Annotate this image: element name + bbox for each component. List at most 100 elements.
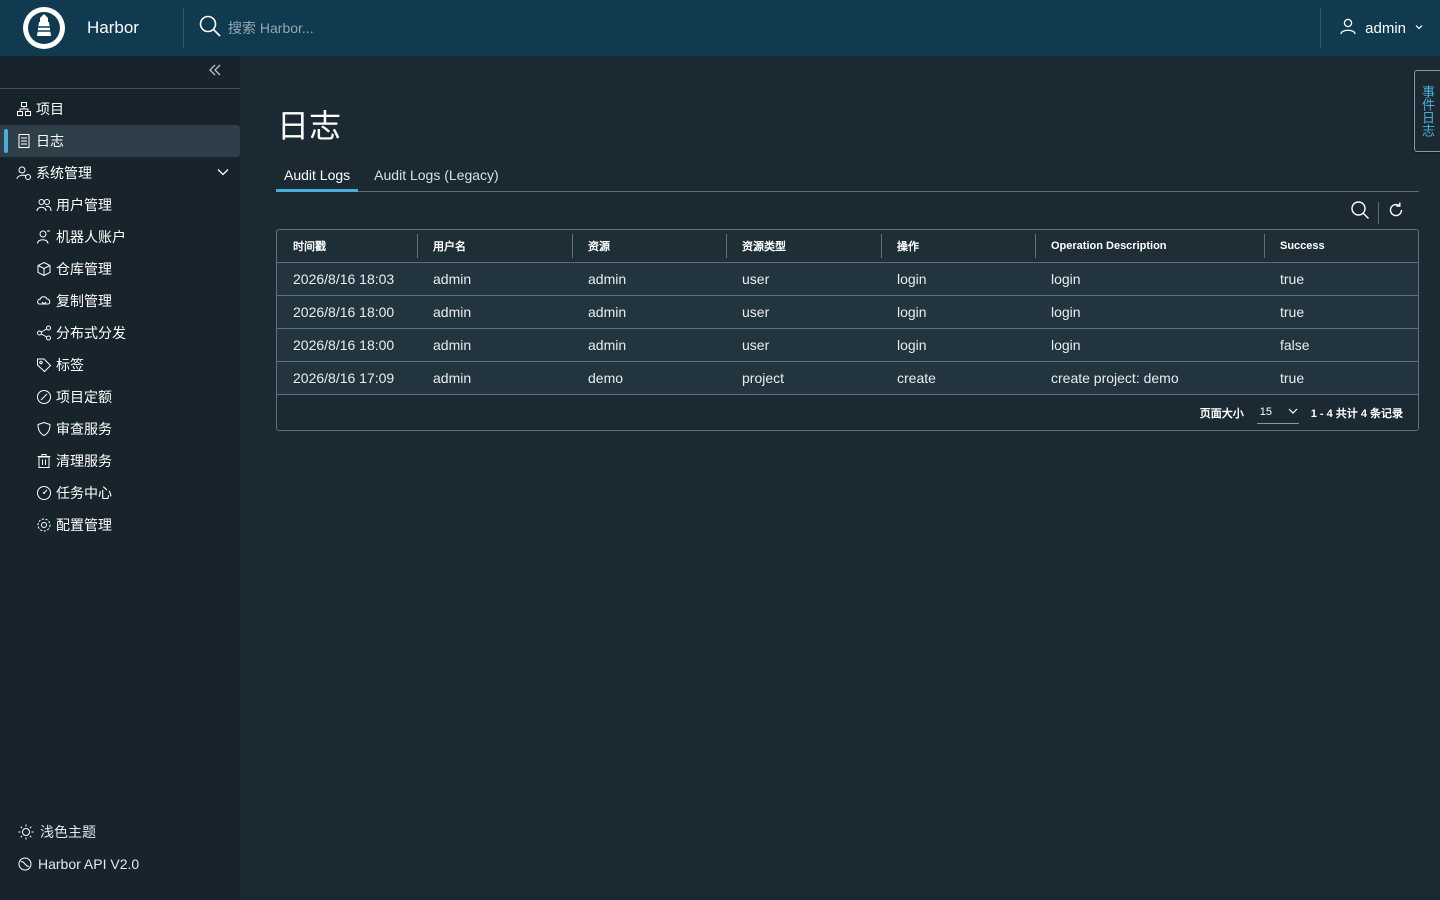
sidebar-footer: 浅色主题 Harbor API V2.0 (0, 816, 240, 880)
column-header-operation[interactable]: 操作 (881, 230, 1035, 263)
theme-toggle[interactable]: 浅色主题 (0, 816, 240, 848)
sidebar-item-system-admin[interactable]: 系统管理 (0, 157, 240, 189)
tab-audit-logs[interactable]: Audit Logs (276, 163, 359, 192)
share-icon (36, 325, 52, 341)
cell-username: admin (417, 262, 572, 296)
sun-icon (18, 824, 34, 840)
registry-icon (36, 261, 52, 277)
sidebar-item-scanners[interactable]: 审查服务 (0, 413, 240, 445)
search-icon[interactable] (198, 14, 222, 43)
cell-operation-description: login (1035, 295, 1264, 329)
theme-toggle-label: 浅色主题 (40, 824, 96, 840)
sidebar-nav: 项目 日志 系统管理 用户管理 机器人账户 仓库管理 复制管理 分布式分发 标签… (0, 89, 240, 541)
page-size-value: 15 (1259, 406, 1272, 418)
cell-success: true (1264, 262, 1418, 296)
user-name: admin (1365, 19, 1406, 37)
gear-icon (36, 517, 52, 533)
audit-log-table: 时间戳 用户名 资源 资源类型 操作 Operation Description… (277, 230, 1418, 395)
cell-timestamp: 2026/8/16 18:03 (277, 262, 417, 296)
grid-toolbar (1350, 200, 1405, 225)
log-icon (16, 133, 32, 149)
tab-audit-logs-legacy[interactable]: Audit Logs (Legacy) (366, 163, 507, 192)
cell-success: true (1264, 295, 1418, 329)
table-row: 2026/8/16 17:09 admin demo project creat… (277, 361, 1418, 395)
sidebar-item-registries[interactable]: 仓库管理 (0, 253, 240, 285)
global-search (198, 14, 598, 43)
sidebar-item-label: 清理服务 (56, 453, 112, 469)
quota-icon (36, 389, 52, 405)
admin-icon (16, 165, 32, 181)
cell-resource-type: project (726, 361, 881, 395)
cell-operation-description: create project: demo (1035, 361, 1264, 395)
collapse-sidebar-icon[interactable] (208, 63, 222, 82)
header-right: admin (1320, 0, 1440, 56)
sidebar-item-configuration[interactable]: 配置管理 (0, 509, 240, 541)
sidebar-item-label: 仓库管理 (56, 261, 112, 277)
sidebar-item-label: 系统管理 (36, 165, 92, 181)
grid-pagination: 页面大小 15 1 - 4 共计 4 条记录 (277, 395, 1418, 431)
column-header-operation-description[interactable]: Operation Description (1035, 230, 1264, 263)
sidebar-item-quotas[interactable]: 项目定额 (0, 381, 240, 413)
api-explorer-link[interactable]: Harbor API V2.0 (0, 848, 240, 880)
cell-operation: login (881, 328, 1035, 362)
user-icon (1339, 17, 1357, 40)
sidebar-item-job-center[interactable]: 任务中心 (0, 477, 240, 509)
page-title: 日志 (277, 108, 342, 144)
cell-operation: login (881, 295, 1035, 329)
column-header-success[interactable]: Success (1264, 230, 1418, 263)
sidebar-item-label: 任务中心 (56, 485, 112, 501)
cell-resource-type: user (726, 328, 881, 362)
main-content: 日志 Audit Logs Audit Logs (Legacy) 时间戳 用户… (240, 56, 1440, 900)
page-size-label: 页面大小 (1199, 407, 1244, 420)
replication-icon (36, 293, 52, 309)
column-header-resource[interactable]: 资源 (572, 230, 726, 263)
sidebar-item-cleanup[interactable]: 清理服务 (0, 445, 240, 477)
cell-operation-description: login (1035, 262, 1264, 296)
sidebar-item-users[interactable]: 用户管理 (0, 189, 240, 221)
column-header-resource-type[interactable]: 资源类型 (726, 230, 881, 263)
refresh-icon[interactable] (1387, 201, 1405, 224)
api-explorer-label: Harbor API V2.0 (38, 856, 140, 872)
sidebar-item-label: 日志 (36, 133, 64, 149)
users-icon (36, 197, 52, 213)
sidebar-item-label: 项目定额 (56, 389, 112, 405)
sidebar-item-distributions[interactable]: 分布式分发 (0, 317, 240, 349)
sidebar-item-logs[interactable]: 日志 (0, 125, 240, 157)
sidebar: 项目 日志 系统管理 用户管理 机器人账户 仓库管理 复制管理 分布式分发 标签… (0, 56, 240, 900)
sidebar-item-label: 分布式分发 (56, 325, 126, 341)
pagination-range: 1 - 4 共计 4 条记录 (1310, 407, 1403, 420)
sidebar-item-label: 项目 (36, 101, 64, 117)
column-header-timestamp[interactable]: 时间戳 (277, 230, 417, 263)
cell-timestamp: 2026/8/16 17:09 (277, 361, 417, 395)
shield-icon (36, 421, 52, 437)
sidebar-item-labels[interactable]: 标签 (0, 349, 240, 381)
sidebar-item-projects[interactable]: 项目 (0, 93, 240, 125)
sidebar-item-label: 标签 (56, 357, 84, 373)
chevron-down-icon (1287, 405, 1299, 420)
cell-resource-type: user (726, 295, 881, 329)
cell-resource-type: user (726, 262, 881, 296)
sidebar-item-label: 用户管理 (56, 197, 112, 213)
search-input[interactable] (228, 20, 528, 36)
chevron-down-icon[interactable] (216, 165, 230, 182)
cell-success: false (1264, 328, 1418, 362)
harbor-logo-icon[interactable] (23, 7, 65, 49)
user-menu[interactable]: admin (1321, 0, 1440, 56)
cell-resource: admin (572, 262, 726, 296)
cell-timestamp: 2026/8/16 18:00 (277, 295, 417, 329)
project-icon (16, 101, 32, 117)
top-header: Harbor admin (0, 0, 1440, 56)
cell-operation: create (881, 361, 1035, 395)
sidebar-item-robot-accounts[interactable]: 机器人账户 (0, 221, 240, 253)
page-size-select[interactable]: 15 (1256, 402, 1299, 424)
column-header-username[interactable]: 用户名 (417, 230, 572, 263)
cell-username: admin (417, 328, 572, 362)
cell-resource: demo (572, 361, 726, 395)
table-header-row: 时间戳 用户名 资源 资源类型 操作 Operation Description… (277, 230, 1418, 263)
search-icon[interactable] (1350, 200, 1370, 225)
event-log-side-tab[interactable]: 事件日志 (1414, 70, 1440, 152)
header-divider (183, 8, 184, 48)
sidebar-item-label: 机器人账户 (56, 229, 126, 245)
brand-name[interactable]: Harbor (87, 18, 183, 38)
sidebar-item-replications[interactable]: 复制管理 (0, 285, 240, 317)
